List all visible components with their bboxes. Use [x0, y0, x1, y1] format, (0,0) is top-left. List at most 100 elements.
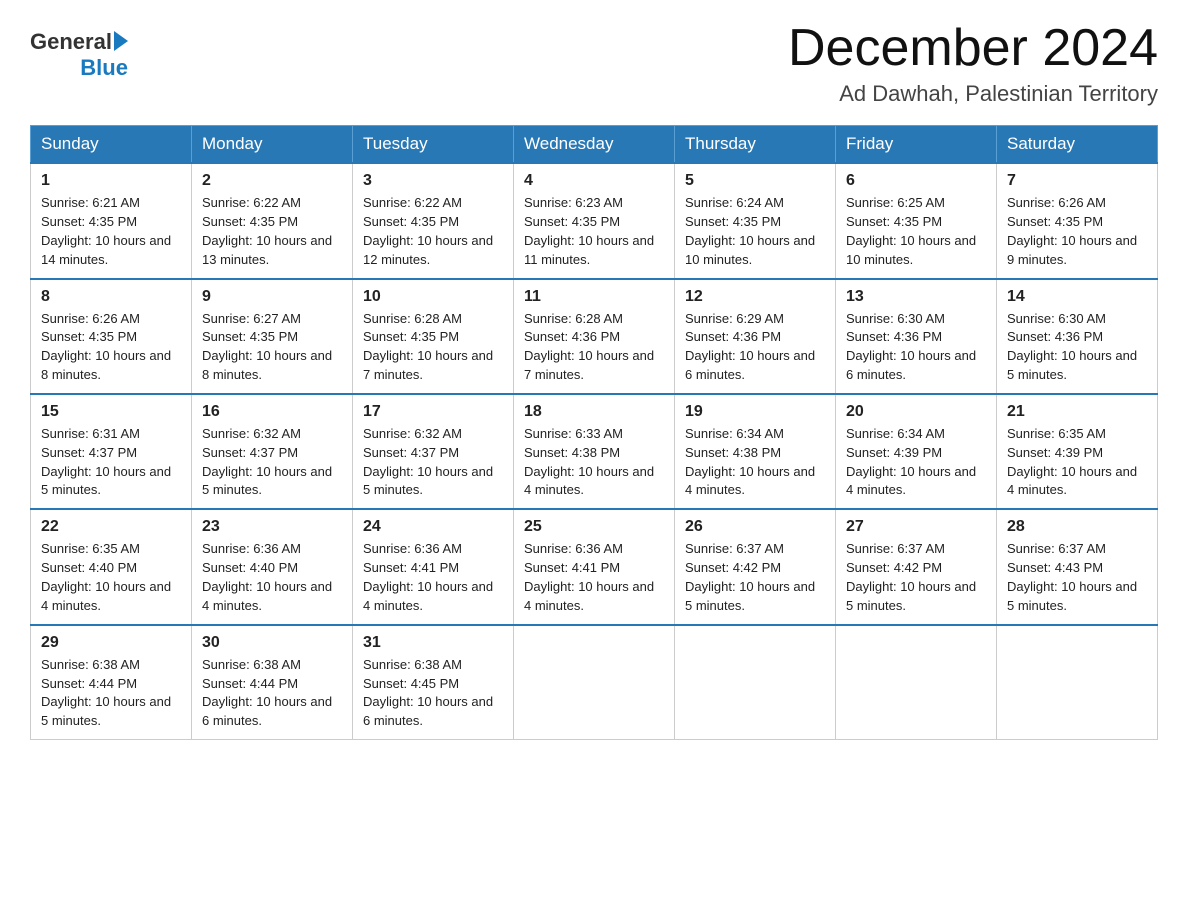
calendar-cell: 25 Sunrise: 6:36 AMSunset: 4:41 PMDaylig…: [514, 509, 675, 624]
day-info: Sunrise: 6:26 AMSunset: 4:35 PMDaylight:…: [41, 311, 171, 383]
calendar-cell: 3 Sunrise: 6:22 AMSunset: 4:35 PMDayligh…: [353, 163, 514, 278]
day-info: Sunrise: 6:34 AMSunset: 4:38 PMDaylight:…: [685, 426, 815, 498]
calendar-cell: 6 Sunrise: 6:25 AMSunset: 4:35 PMDayligh…: [836, 163, 997, 278]
day-info: Sunrise: 6:24 AMSunset: 4:35 PMDaylight:…: [685, 195, 815, 267]
calendar-cell: 16 Sunrise: 6:32 AMSunset: 4:37 PMDaylig…: [192, 394, 353, 509]
calendar-week-row: 22 Sunrise: 6:35 AMSunset: 4:40 PMDaylig…: [31, 509, 1158, 624]
day-number: 5: [685, 172, 825, 190]
day-number: 20: [846, 403, 986, 421]
calendar-table: SundayMondayTuesdayWednesdayThursdayFrid…: [30, 125, 1158, 740]
logo-arrow-icon: [114, 31, 128, 51]
day-number: 8: [41, 288, 181, 306]
calendar-cell: 13 Sunrise: 6:30 AMSunset: 4:36 PMDaylig…: [836, 279, 997, 394]
logo-general-text: General: [30, 30, 112, 54]
day-info: Sunrise: 6:35 AMSunset: 4:39 PMDaylight:…: [1007, 426, 1137, 498]
day-info: Sunrise: 6:36 AMSunset: 4:41 PMDaylight:…: [524, 541, 654, 613]
calendar-cell: 20 Sunrise: 6:34 AMSunset: 4:39 PMDaylig…: [836, 394, 997, 509]
calendar-cell: 15 Sunrise: 6:31 AMSunset: 4:37 PMDaylig…: [31, 394, 192, 509]
day-number: 31: [363, 634, 503, 652]
day-info: Sunrise: 6:28 AMSunset: 4:35 PMDaylight:…: [363, 311, 493, 383]
day-number: 17: [363, 403, 503, 421]
calendar-cell: 18 Sunrise: 6:33 AMSunset: 4:38 PMDaylig…: [514, 394, 675, 509]
column-header-thursday: Thursday: [675, 126, 836, 164]
day-number: 10: [363, 288, 503, 306]
logo: General Blue: [30, 30, 128, 80]
calendar-cell: [514, 625, 675, 740]
day-info: Sunrise: 6:36 AMSunset: 4:41 PMDaylight:…: [363, 541, 493, 613]
calendar-cell: 5 Sunrise: 6:24 AMSunset: 4:35 PMDayligh…: [675, 163, 836, 278]
calendar-cell: 19 Sunrise: 6:34 AMSunset: 4:38 PMDaylig…: [675, 394, 836, 509]
calendar-cell: 27 Sunrise: 6:37 AMSunset: 4:42 PMDaylig…: [836, 509, 997, 624]
title-area: December 2024 Ad Dawhah, Palestinian Ter…: [788, 20, 1158, 107]
calendar-subtitle: Ad Dawhah, Palestinian Territory: [788, 81, 1158, 107]
column-header-tuesday: Tuesday: [353, 126, 514, 164]
calendar-cell: 2 Sunrise: 6:22 AMSunset: 4:35 PMDayligh…: [192, 163, 353, 278]
calendar-cell: 29 Sunrise: 6:38 AMSunset: 4:44 PMDaylig…: [31, 625, 192, 740]
day-info: Sunrise: 6:37 AMSunset: 4:42 PMDaylight:…: [685, 541, 815, 613]
calendar-cell: 17 Sunrise: 6:32 AMSunset: 4:37 PMDaylig…: [353, 394, 514, 509]
day-number: 13: [846, 288, 986, 306]
day-info: Sunrise: 6:30 AMSunset: 4:36 PMDaylight:…: [846, 311, 976, 383]
day-info: Sunrise: 6:29 AMSunset: 4:36 PMDaylight:…: [685, 311, 815, 383]
day-number: 6: [846, 172, 986, 190]
calendar-cell: 28 Sunrise: 6:37 AMSunset: 4:43 PMDaylig…: [997, 509, 1158, 624]
day-number: 21: [1007, 403, 1147, 421]
calendar-cell: 22 Sunrise: 6:35 AMSunset: 4:40 PMDaylig…: [31, 509, 192, 624]
calendar-cell: 23 Sunrise: 6:36 AMSunset: 4:40 PMDaylig…: [192, 509, 353, 624]
day-info: Sunrise: 6:37 AMSunset: 4:43 PMDaylight:…: [1007, 541, 1137, 613]
calendar-cell: 12 Sunrise: 6:29 AMSunset: 4:36 PMDaylig…: [675, 279, 836, 394]
day-info: Sunrise: 6:21 AMSunset: 4:35 PMDaylight:…: [41, 195, 171, 267]
day-number: 24: [363, 518, 503, 536]
calendar-cell: [836, 625, 997, 740]
day-info: Sunrise: 6:30 AMSunset: 4:36 PMDaylight:…: [1007, 311, 1137, 383]
day-info: Sunrise: 6:37 AMSunset: 4:42 PMDaylight:…: [846, 541, 976, 613]
column-header-wednesday: Wednesday: [514, 126, 675, 164]
calendar-week-row: 15 Sunrise: 6:31 AMSunset: 4:37 PMDaylig…: [31, 394, 1158, 509]
calendar-cell: 10 Sunrise: 6:28 AMSunset: 4:35 PMDaylig…: [353, 279, 514, 394]
day-info: Sunrise: 6:22 AMSunset: 4:35 PMDaylight:…: [202, 195, 332, 267]
day-info: Sunrise: 6:35 AMSunset: 4:40 PMDaylight:…: [41, 541, 171, 613]
day-number: 14: [1007, 288, 1147, 306]
day-number: 27: [846, 518, 986, 536]
day-number: 16: [202, 403, 342, 421]
day-number: 19: [685, 403, 825, 421]
calendar-cell: 24 Sunrise: 6:36 AMSunset: 4:41 PMDaylig…: [353, 509, 514, 624]
day-number: 23: [202, 518, 342, 536]
calendar-week-row: 8 Sunrise: 6:26 AMSunset: 4:35 PMDayligh…: [31, 279, 1158, 394]
day-info: Sunrise: 6:38 AMSunset: 4:45 PMDaylight:…: [363, 657, 493, 729]
calendar-cell: 11 Sunrise: 6:28 AMSunset: 4:36 PMDaylig…: [514, 279, 675, 394]
calendar-cell: 1 Sunrise: 6:21 AMSunset: 4:35 PMDayligh…: [31, 163, 192, 278]
calendar-cell: 31 Sunrise: 6:38 AMSunset: 4:45 PMDaylig…: [353, 625, 514, 740]
calendar-cell: 4 Sunrise: 6:23 AMSunset: 4:35 PMDayligh…: [514, 163, 675, 278]
calendar-header-row: SundayMondayTuesdayWednesdayThursdayFrid…: [31, 126, 1158, 164]
day-number: 7: [1007, 172, 1147, 190]
day-info: Sunrise: 6:31 AMSunset: 4:37 PMDaylight:…: [41, 426, 171, 498]
day-number: 25: [524, 518, 664, 536]
day-info: Sunrise: 6:22 AMSunset: 4:35 PMDaylight:…: [363, 195, 493, 267]
day-number: 11: [524, 288, 664, 306]
calendar-cell: 8 Sunrise: 6:26 AMSunset: 4:35 PMDayligh…: [31, 279, 192, 394]
calendar-week-row: 29 Sunrise: 6:38 AMSunset: 4:44 PMDaylig…: [31, 625, 1158, 740]
column-header-saturday: Saturday: [997, 126, 1158, 164]
calendar-cell: 9 Sunrise: 6:27 AMSunset: 4:35 PMDayligh…: [192, 279, 353, 394]
day-info: Sunrise: 6:36 AMSunset: 4:40 PMDaylight:…: [202, 541, 332, 613]
day-number: 4: [524, 172, 664, 190]
day-number: 3: [363, 172, 503, 190]
day-number: 30: [202, 634, 342, 652]
day-info: Sunrise: 6:33 AMSunset: 4:38 PMDaylight:…: [524, 426, 654, 498]
day-info: Sunrise: 6:32 AMSunset: 4:37 PMDaylight:…: [363, 426, 493, 498]
calendar-title: December 2024: [788, 20, 1158, 77]
day-number: 2: [202, 172, 342, 190]
day-number: 18: [524, 403, 664, 421]
day-number: 28: [1007, 518, 1147, 536]
day-number: 12: [685, 288, 825, 306]
calendar-cell: 21 Sunrise: 6:35 AMSunset: 4:39 PMDaylig…: [997, 394, 1158, 509]
calendar-cell: 14 Sunrise: 6:30 AMSunset: 4:36 PMDaylig…: [997, 279, 1158, 394]
day-info: Sunrise: 6:25 AMSunset: 4:35 PMDaylight:…: [846, 195, 976, 267]
calendar-cell: [675, 625, 836, 740]
day-info: Sunrise: 6:34 AMSunset: 4:39 PMDaylight:…: [846, 426, 976, 498]
day-info: Sunrise: 6:23 AMSunset: 4:35 PMDaylight:…: [524, 195, 654, 267]
calendar-cell: 30 Sunrise: 6:38 AMSunset: 4:44 PMDaylig…: [192, 625, 353, 740]
header: General Blue December 2024 Ad Dawhah, Pa…: [30, 20, 1158, 107]
column-header-sunday: Sunday: [31, 126, 192, 164]
